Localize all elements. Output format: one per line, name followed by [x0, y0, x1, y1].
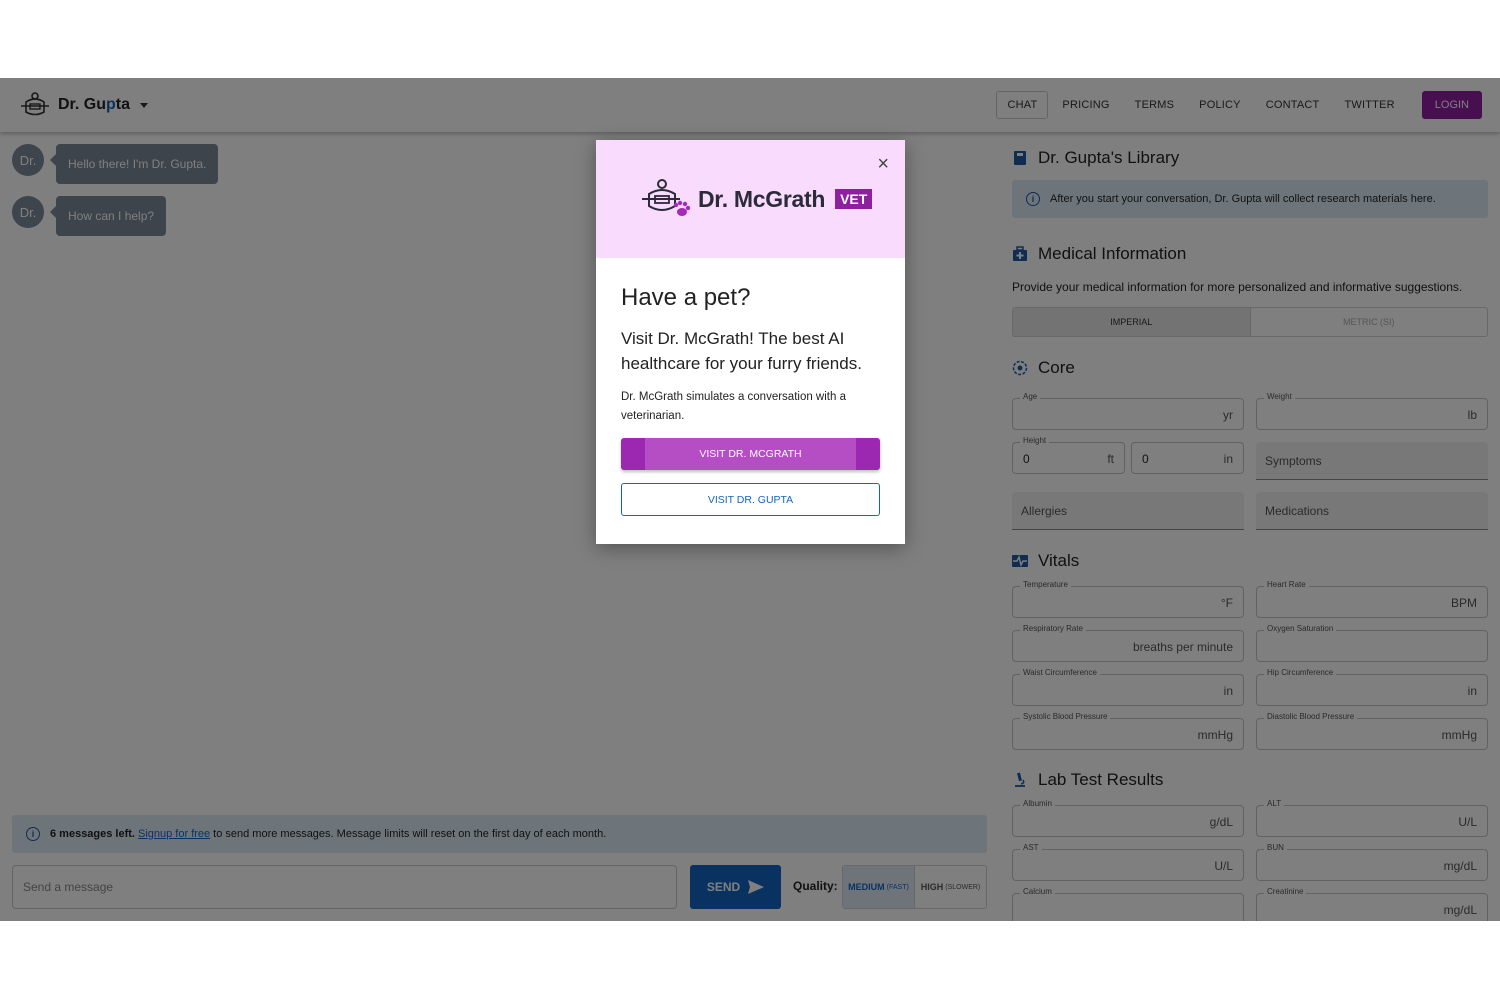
close-icon[interactable]: × [877, 154, 889, 174]
modal-lead: Visit Dr. McGrath! The best AI healthcar… [621, 329, 862, 373]
vet-logo-text: Dr. McGrath [698, 185, 826, 212]
visit-mcgrath-button[interactable]: VISIT DR. MCGRATH [621, 438, 880, 470]
modal-body: Have a pet? Visit Dr. McGrath! The best … [596, 258, 905, 516]
vet-promo-modal: × Dr. McGrath VET Have a pet? Visit Dr. … [596, 140, 905, 544]
modal-description: Dr. McGrath simulates a conversation wit… [621, 391, 846, 422]
vet-logo: Dr. McGrath VET [640, 178, 873, 220]
vet-badge: VET [835, 189, 873, 209]
modal-header: × Dr. McGrath VET [596, 140, 905, 258]
visit-gupta-button[interactable]: VISIT DR. GUPTA [621, 483, 880, 516]
vet-logo-icon [642, 179, 691, 216]
modal-heading: Have a pet? [621, 284, 751, 311]
app-window: Dr. Gupta CHAT PRICING TERMS POLICY CONT… [0, 78, 1500, 921]
